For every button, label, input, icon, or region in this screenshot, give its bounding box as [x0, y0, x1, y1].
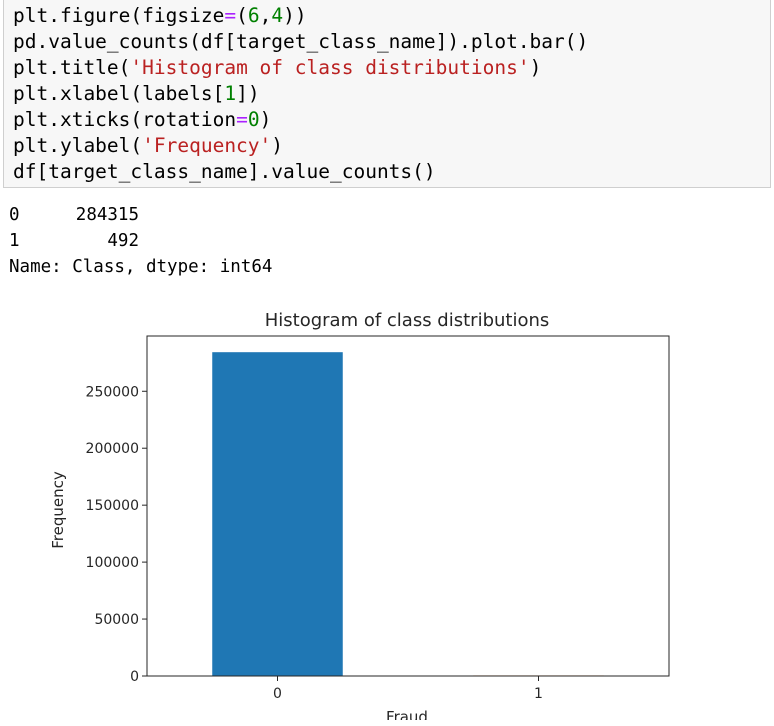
code-token: ) [259, 108, 272, 131]
y-tick-label: 100000 [86, 555, 139, 571]
code-token: pd.value_counts(df[target_class_name]).p… [13, 30, 589, 53]
code-token: 'Frequency' [142, 134, 272, 157]
output-value: 284315 [75, 205, 139, 225]
code-token: df[target_class_name].value_counts() [13, 160, 436, 183]
code-token: plt.xlabel(labels[ [13, 82, 225, 105]
code-token: = [236, 108, 248, 131]
code-line: pd.value_counts(df[target_class_name]).p… [13, 29, 588, 55]
code-token: ( [236, 4, 248, 27]
code-line: df[target_class_name].value_counts() [13, 159, 436, 185]
code-token: plt.figure(figsize [13, 4, 225, 27]
code-token: )) [283, 4, 307, 27]
x-tick-label: 1 [534, 686, 543, 702]
y-tick-label: 200000 [86, 441, 139, 457]
y-axis-label: Frequency [49, 471, 67, 549]
code-token: , [259, 4, 272, 27]
code-line: plt.title('Histogram of class distributi… [13, 55, 541, 81]
x-tick-label: 0 [273, 686, 282, 702]
y-tick-label: 0 [130, 669, 139, 685]
code-token: 6 [247, 4, 260, 27]
y-tick-label: 50000 [94, 612, 139, 628]
chart-title: Histogram of class distributions [265, 310, 550, 331]
output-dtype-line: Name: Class, dtype: int64 [9, 257, 273, 277]
code-cell-input[interactable]: plt.figure(figsize=(6,4)) pd.value_counts… [3, 0, 771, 188]
code-token: ) [271, 134, 284, 157]
code-line: plt.figure(figsize=(6,4)) [13, 3, 307, 29]
output-value: 492 [107, 231, 139, 251]
code-line: plt.ylabel('Frequency') [13, 133, 283, 159]
code-token: ) [529, 56, 542, 79]
code-line: plt.xticks(rotation=0) [13, 107, 271, 133]
code-token: 'Histogram of class distributions' [130, 56, 530, 79]
x-axis-label: Fraud [386, 708, 428, 720]
code-token: = [224, 4, 237, 27]
bar [212, 352, 343, 676]
code-token: plt.title( [13, 56, 131, 79]
bar-chart: Histogram of class distributions Fraud F… [49, 310, 670, 720]
code-token: ]) [236, 82, 260, 105]
y-tick-label: 250000 [86, 384, 139, 400]
code-token: plt.ylabel( [13, 134, 143, 157]
y-tick-label: 150000 [86, 498, 139, 514]
code-token: 4 [271, 4, 284, 27]
code-token: 0 [247, 108, 260, 131]
code-line: plt.xlabel(labels[1]) [13, 81, 260, 107]
code-token: 1 [224, 82, 237, 105]
code-token: plt.xticks(rotation [13, 108, 237, 131]
